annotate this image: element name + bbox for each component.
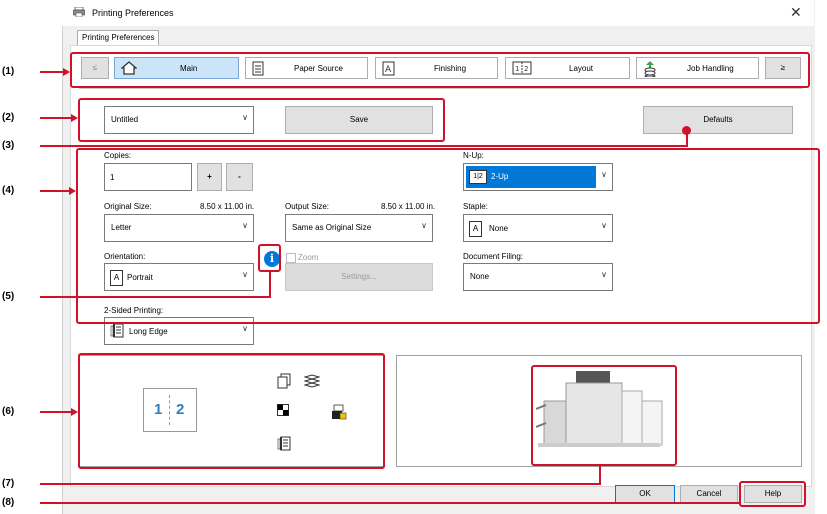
- divider: [79, 88, 803, 89]
- callout-2-line: [40, 117, 72, 119]
- callout-4-line: [40, 190, 70, 192]
- callout-box-2: [78, 98, 445, 142]
- callout-label-3: (3): [2, 140, 15, 151]
- callout-label-6: (6): [2, 406, 15, 417]
- callout-4-arrowhead: [69, 187, 76, 195]
- callout-7-line-vertical: [599, 466, 601, 485]
- callout-box-5: [258, 244, 281, 272]
- cancel-button[interactable]: Cancel: [680, 485, 738, 503]
- callout-label-4: (4): [2, 185, 15, 196]
- callout-8-line: [40, 502, 739, 504]
- callout-box-1: [70, 52, 810, 88]
- ok-button[interactable]: OK: [615, 485, 675, 503]
- two-sided-value: Long Edge: [129, 327, 168, 336]
- printer-icon: [73, 6, 85, 18]
- callout-3-line: [40, 145, 688, 147]
- callout-2-arrowhead: [71, 114, 78, 122]
- close-button[interactable]: ✕: [790, 4, 802, 21]
- callout-1-line: [40, 71, 64, 73]
- long-edge-icon: [110, 323, 124, 341]
- callout-6-line: [40, 411, 72, 413]
- callout-label-5: (5): [2, 291, 15, 302]
- defaults-button[interactable]: Defaults: [643, 106, 793, 134]
- callout-label-2: (2): [2, 112, 15, 123]
- title-bar: [62, 0, 814, 26]
- callout-5-line-vertical: [269, 272, 271, 298]
- callout-label-8: (8): [2, 497, 15, 508]
- chevron-down-icon: ∨: [242, 324, 248, 333]
- callout-label-1: (1): [2, 66, 15, 77]
- callout-box-7: [531, 365, 677, 466]
- callout-box-6: [78, 353, 385, 469]
- callout-label-7: (7): [2, 478, 15, 489]
- callout-3-dot: [682, 126, 691, 135]
- callout-6-arrowhead: [71, 408, 78, 416]
- callout-5-line: [40, 296, 271, 298]
- callout-1-arrowhead: [63, 68, 70, 76]
- callout-7-line: [40, 483, 601, 485]
- callout-box-8: [739, 481, 806, 507]
- window-title: Printing Preferences: [92, 8, 174, 18]
